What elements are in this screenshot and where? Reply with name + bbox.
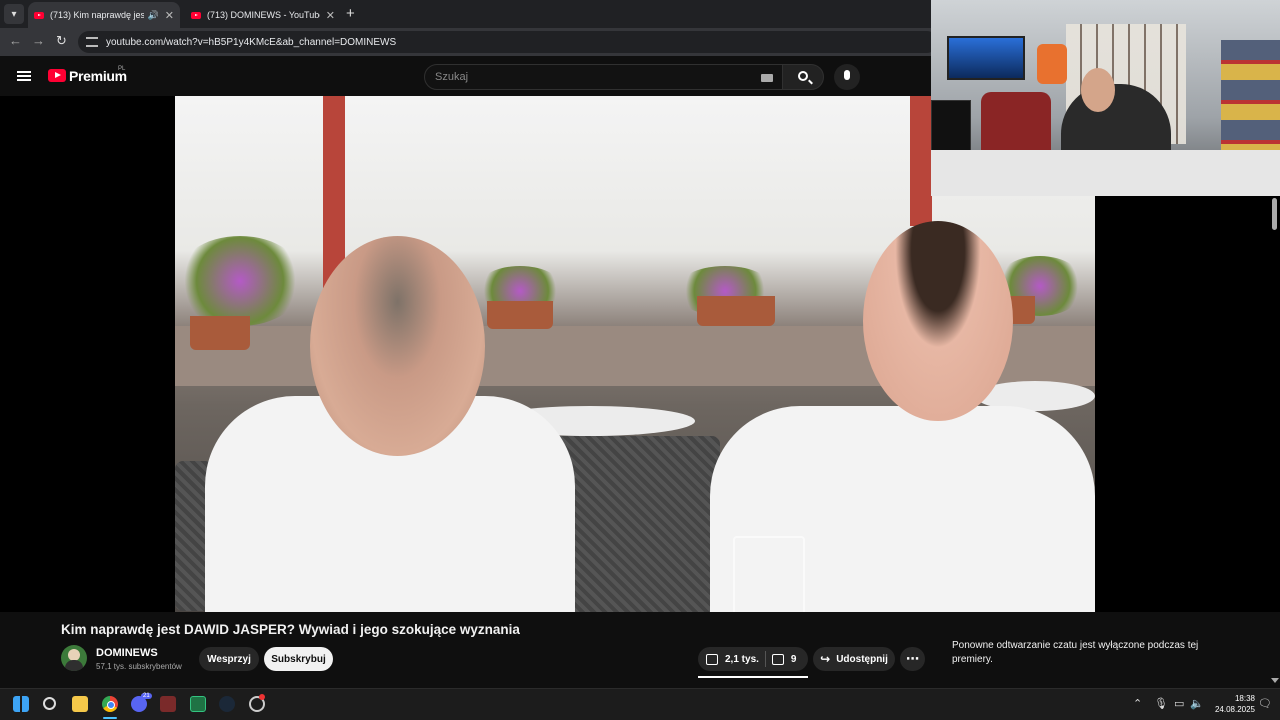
windows-start-icon[interactable] xyxy=(13,696,29,712)
network-icon[interactable]: ▭ xyxy=(1174,697,1184,710)
notifications-icon[interactable]: 🗨 xyxy=(1258,697,1272,710)
site-info-icon[interactable] xyxy=(86,37,98,47)
search-input[interactable]: Szukaj xyxy=(424,64,784,90)
back-arrow-icon[interactable]: ← xyxy=(9,33,22,48)
close-tab-icon[interactable]: ✕ xyxy=(326,9,335,22)
subscriber-count: 57,1 tys. subskrybentów xyxy=(96,662,182,671)
scene-pillar xyxy=(910,96,932,226)
forward-arrow-icon[interactable]: → xyxy=(32,33,45,48)
scene-pot xyxy=(487,301,553,329)
webcam-overlay xyxy=(931,0,1280,196)
clock-time: 18:38 xyxy=(1234,694,1255,703)
desk xyxy=(931,150,1280,196)
discord-badge: 21 xyxy=(141,693,152,699)
bookshelf-right xyxy=(1221,40,1280,160)
tab-title: (713) Kim naprawdę jest DA xyxy=(50,10,144,20)
scene-pot xyxy=(190,316,250,350)
notification-dot xyxy=(259,694,265,700)
new-tab-button[interactable]: + xyxy=(346,5,355,22)
speaker-icon[interactable]: 🔊 xyxy=(148,10,159,21)
app-icon[interactable] xyxy=(160,696,176,712)
channel-name[interactable]: DOMINEWS xyxy=(96,647,158,659)
tab-search-button[interactable]: ▾ xyxy=(4,4,24,24)
chat-replay-message: Ponowne odtwarzanie czatu jest wyłączone… xyxy=(952,640,1199,665)
scene-flowers xyxy=(175,236,305,326)
keyboard-icon[interactable] xyxy=(761,74,773,82)
share-button[interactable]: ↪ Udostępnij xyxy=(813,647,895,671)
system-clock[interactable]: 18:38 24.08.2025 xyxy=(1205,693,1255,715)
scene-pot xyxy=(697,296,775,326)
like-dislike-group: 2,1 tys. 9 xyxy=(698,647,808,671)
search-placeholder: Szukaj xyxy=(435,71,469,83)
thumbs-up-icon[interactable] xyxy=(706,653,718,665)
search-icon[interactable] xyxy=(43,697,56,710)
active-app-indicator xyxy=(103,717,117,719)
youtube-logo-icon[interactable] xyxy=(48,69,66,82)
share-arrow-icon: ↪ xyxy=(820,652,831,666)
menu-icon[interactable] xyxy=(17,71,31,81)
more-actions-button[interactable]: ⋯ xyxy=(900,647,925,671)
tray-chevron-icon[interactable]: ⌃ xyxy=(1133,697,1142,710)
streamer-head xyxy=(1081,68,1115,112)
search-icon xyxy=(798,71,808,81)
support-button[interactable]: Wesprzyj xyxy=(199,647,259,671)
url-bar[interactable]: youtube.com/watch?v=hB5P1y4KMcE&ab_chann… xyxy=(78,31,938,53)
person-left-head xyxy=(310,236,485,456)
thumbs-down-icon[interactable] xyxy=(771,653,784,665)
excel-icon[interactable] xyxy=(190,696,206,712)
person-right-head xyxy=(863,221,1013,421)
voice-search-button[interactable] xyxy=(834,64,860,90)
clock-date: 24.08.2025 xyxy=(1214,705,1255,714)
video-title: Kim naprawdę jest DAWID JASPER? Wywiad i… xyxy=(61,622,520,637)
scrollbar-thumb[interactable] xyxy=(1272,198,1277,230)
subscribe-button[interactable]: Subskrybuj xyxy=(264,647,333,671)
channel-avatar[interactable] xyxy=(61,645,87,671)
region-code: PL xyxy=(118,66,126,72)
dislike-count[interactable]: 9 xyxy=(791,654,797,665)
reload-icon[interactable]: ↻ xyxy=(56,33,67,49)
like-count[interactable]: 2,1 tys. xyxy=(725,654,759,665)
tab-channel[interactable]: (713) DOMINEWS - YouTube ✕ xyxy=(185,2,341,28)
microphone-icon[interactable]: 🎙 xyxy=(1154,697,1168,710)
steam-icon[interactable] xyxy=(219,696,235,712)
close-tab-icon[interactable]: ✕ xyxy=(165,9,174,22)
file-explorer-icon[interactable] xyxy=(72,696,88,712)
scene-glass xyxy=(733,536,805,612)
share-label: Udostępnij xyxy=(836,653,888,665)
chrome-icon[interactable] xyxy=(102,696,118,712)
search-button[interactable] xyxy=(782,64,824,90)
like-underline xyxy=(698,676,808,678)
scroll-down-arrow-icon[interactable] xyxy=(1271,678,1279,683)
youtube-favicon-icon xyxy=(191,11,201,19)
url-text: youtube.com/watch?v=hB5P1y4KMcE&ab_chann… xyxy=(106,36,397,48)
tab-title: (713) DOMINEWS - YouTube xyxy=(207,10,320,20)
tab-video[interactable]: (713) Kim naprawdę jest DA 🔊 ✕ xyxy=(28,2,180,28)
like-separator xyxy=(764,651,766,667)
orange-figure xyxy=(1037,44,1067,84)
aquarium xyxy=(947,36,1025,80)
volume-icon[interactable]: 🔈 xyxy=(1190,697,1204,710)
youtube-favicon-icon xyxy=(34,11,44,19)
